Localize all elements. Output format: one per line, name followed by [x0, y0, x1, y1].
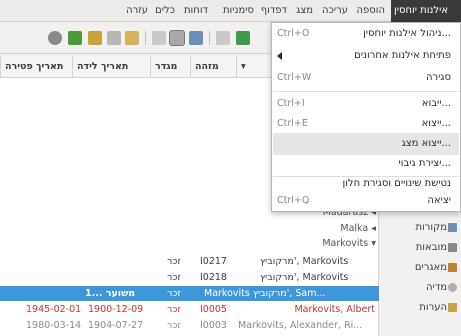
list-view-icon[interactable]	[152, 31, 166, 45]
notes-icon	[448, 303, 457, 312]
sidebar-item-media[interactable]: מדיה	[380, 278, 461, 298]
row-birth: משוער ...1	[85, 288, 136, 299]
toolbar	[0, 22, 270, 54]
menu-view[interactable]: מצג	[293, 0, 316, 22]
row-id: I0217	[200, 256, 227, 267]
menu-separator	[273, 91, 459, 92]
row-name: מרקוביץ', Markovits	[260, 272, 349, 283]
column-gender[interactable]: מגדר	[150, 56, 190, 78]
menu-add[interactable]: הוספה	[353, 0, 388, 22]
sidebar-item-citations[interactable]: מובאות	[380, 238, 461, 258]
menu-item-close[interactable]: Ctrl+W סגירה	[273, 67, 459, 89]
menu-tools[interactable]: כלים	[152, 0, 178, 22]
family-trees-menu: Ctrl+O ניהול אילנות יוחסין... פתיחת אילנ…	[271, 22, 461, 212]
row-birth: 1904-07-27	[88, 320, 144, 331]
menu-item-open-recent[interactable]: פתיחת אילנות אחרונים	[273, 45, 459, 67]
menu-item-import[interactable]: Ctrl+I ייבוא...	[273, 93, 459, 115]
column-death-date[interactable]: תאריך פטירה	[0, 56, 72, 78]
paste-icon[interactable]	[125, 31, 139, 45]
row-name: Markovits, Alexander, Ri...	[238, 320, 363, 331]
menu-item-export[interactable]: Ctrl+E ייצוא...	[273, 113, 459, 135]
media-icon	[448, 283, 457, 292]
table-row[interactable]: מרקוביץ', Markovits I0218 זכר	[0, 270, 379, 285]
column-id[interactable]: מזהה	[190, 56, 236, 78]
tree-node[interactable]: Malka ◂	[260, 222, 380, 236]
row-gender: זכר	[167, 288, 181, 299]
table-row[interactable]: Markovits, Alexander, Ri... I0003 זכר 19…	[0, 318, 379, 333]
row-name: Markovits, Albert	[294, 304, 375, 315]
row-death: 1980-03-14	[26, 320, 82, 331]
sources-icon	[448, 223, 457, 232]
citations-icon	[448, 243, 457, 252]
row-gender: זכר	[167, 304, 181, 315]
row-birth: 1900-12-09	[88, 304, 144, 315]
repositories-icon	[448, 263, 457, 272]
row-death: 1945-02-01	[26, 304, 82, 315]
menu-item-export-view[interactable]: ייצוא מצג...	[273, 133, 459, 155]
menu-family-trees[interactable]: אילנות יוחסין	[391, 0, 461, 22]
person-icon[interactable]	[236, 31, 250, 45]
gear-icon[interactable]	[48, 31, 62, 45]
sidebar-item-notes[interactable]: הערות	[380, 298, 461, 318]
toolbar-separator	[209, 31, 210, 45]
menu-reports[interactable]: דוחות	[181, 0, 211, 22]
row-gender: זכר	[167, 320, 181, 331]
row-gender: זכר	[167, 256, 181, 267]
menu-edit[interactable]: עריכה	[319, 0, 351, 22]
menu-item-manage-trees[interactable]: Ctrl+O ניהול אילנות יוחסין...	[273, 23, 459, 45]
menu-item-quit[interactable]: Ctrl+Q יציאה	[273, 190, 459, 212]
column-birth-date[interactable]: תאריך לידה	[72, 56, 150, 78]
row-gender: זכר	[167, 272, 181, 283]
tree-view-icon[interactable]	[189, 31, 203, 45]
row-id: I0003	[200, 320, 227, 331]
menu-bookmarks[interactable]: סימניות	[220, 0, 257, 22]
submenu-arrow-icon	[277, 52, 282, 60]
menu-go[interactable]: דפדוף	[258, 0, 290, 22]
grouped-view-icon[interactable]	[169, 30, 185, 46]
tree-node[interactable]: Markovits ▾	[260, 237, 380, 251]
toolbar-separator	[145, 31, 146, 45]
menu-help[interactable]: עזרה	[123, 0, 151, 22]
edit-icon[interactable]	[88, 31, 102, 45]
table-row-selected[interactable]: Markovits מרקוביץ', Sam... זכר משוער ...…	[0, 286, 379, 301]
clipboard-icon[interactable]	[216, 31, 230, 45]
row-id: I0005	[200, 304, 227, 315]
row-id: I0218	[200, 272, 227, 283]
sidebar-item-sources[interactable]: מקורות	[380, 218, 461, 238]
chevron-down-icon[interactable]: ▾	[236, 56, 252, 78]
table-row[interactable]: מרקוביץ', Markovits I0217 זכר	[0, 254, 379, 269]
row-name: מרקוביץ', Markovits	[260, 256, 349, 267]
row-name: Markovits מרקוביץ', Sam...	[204, 288, 326, 299]
menu-item-make-backup[interactable]: יצירת גיבוי...	[273, 153, 459, 175]
table-row[interactable]: Markovits, Albert I0005 זכר 1900-12-09 1…	[0, 302, 379, 317]
copy-icon[interactable]	[107, 31, 121, 45]
menubar: אילנות יוחסין הוספה עריכה מצג דפדוף סימנ…	[0, 0, 461, 22]
sidebar-item-repositories[interactable]: מאגרים	[380, 258, 461, 278]
add-icon[interactable]	[68, 31, 82, 45]
